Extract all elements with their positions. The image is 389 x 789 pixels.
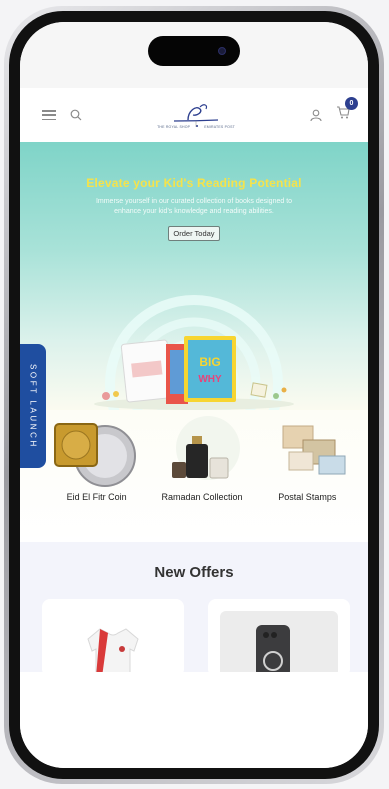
- books-illustration: BIG WHY: [94, 336, 294, 410]
- soft-launch-label: SOFT LAUNCH: [28, 363, 38, 449]
- category-eid-coin[interactable]: Eid El Fitr Coin: [44, 414, 149, 542]
- category-ramadan-collection[interactable]: Ramadan Collection: [149, 414, 254, 542]
- search-icon[interactable]: [70, 109, 82, 121]
- logo-sub-right: EMIRATES POST: [204, 125, 235, 129]
- category-postal-stamps[interactable]: Postal Stamps: [255, 414, 360, 542]
- cart-count-badge: 0: [345, 97, 358, 110]
- postal-stamps-image: [282, 425, 346, 475]
- logo-subtext: THE ROYAL SHOP EMIRATES POST: [157, 125, 235, 129]
- offer-card-phone-case[interactable]: [208, 599, 350, 677]
- phone-bezel: THE ROYAL SHOP EMIRATES POST 0 Elevate y…: [9, 11, 379, 779]
- eid-coin-image: [53, 423, 136, 487]
- cart-button[interactable]: 0: [336, 97, 358, 124]
- hero-banner[interactable]: Elevate your Kid's Reading Potential Imm…: [20, 142, 368, 410]
- book-text-why: WHY: [198, 374, 222, 385]
- book-text-big: BIG: [199, 355, 220, 369]
- nav-left: [42, 109, 82, 121]
- hero-title: Elevate your Kid's Reading Potential: [86, 176, 302, 190]
- nav-right: 0: [310, 97, 358, 124]
- phone-case-image: [220, 611, 338, 677]
- brand-logo[interactable]: THE ROYAL SHOP EMIRATES POST: [157, 101, 235, 129]
- logo-sub-left: THE ROYAL SHOP: [157, 125, 191, 129]
- camera-icon: [218, 47, 226, 55]
- user-icon[interactable]: [310, 109, 322, 122]
- screen: THE ROYAL SHOP EMIRATES POST 0 Elevate y…: [20, 22, 368, 768]
- soft-launch-tab[interactable]: SOFT LAUNCH: [20, 344, 46, 468]
- new-offers-title: New Offers: [154, 564, 234, 581]
- jersey-image: [87, 628, 139, 677]
- category-label: Postal Stamps: [278, 492, 337, 502]
- phone-frame: THE ROYAL SHOP EMIRATES POST 0 Elevate y…: [4, 6, 384, 784]
- hero-subtitle: Immerse yourself in our curated collecti…: [95, 198, 293, 215]
- ramadan-collection-image: [171, 416, 240, 480]
- offer-cards: [20, 599, 368, 677]
- offer-card-jersey[interactable]: [42, 599, 184, 677]
- category-label: Eid El Fitr Coin: [66, 492, 127, 502]
- category-label: Ramadan Collection: [161, 492, 243, 502]
- top-navigation: THE ROYAL SHOP EMIRATES POST 0: [20, 88, 368, 142]
- new-offers-section: New Offers: [20, 542, 368, 692]
- menu-icon[interactable]: [42, 110, 56, 120]
- dynamic-island: [148, 36, 240, 66]
- bottom-area: [20, 672, 368, 768]
- order-today-button[interactable]: Order Today: [168, 226, 220, 241]
- category-row: Eid El Fitr Coin Ramadan Collection Post…: [20, 410, 368, 542]
